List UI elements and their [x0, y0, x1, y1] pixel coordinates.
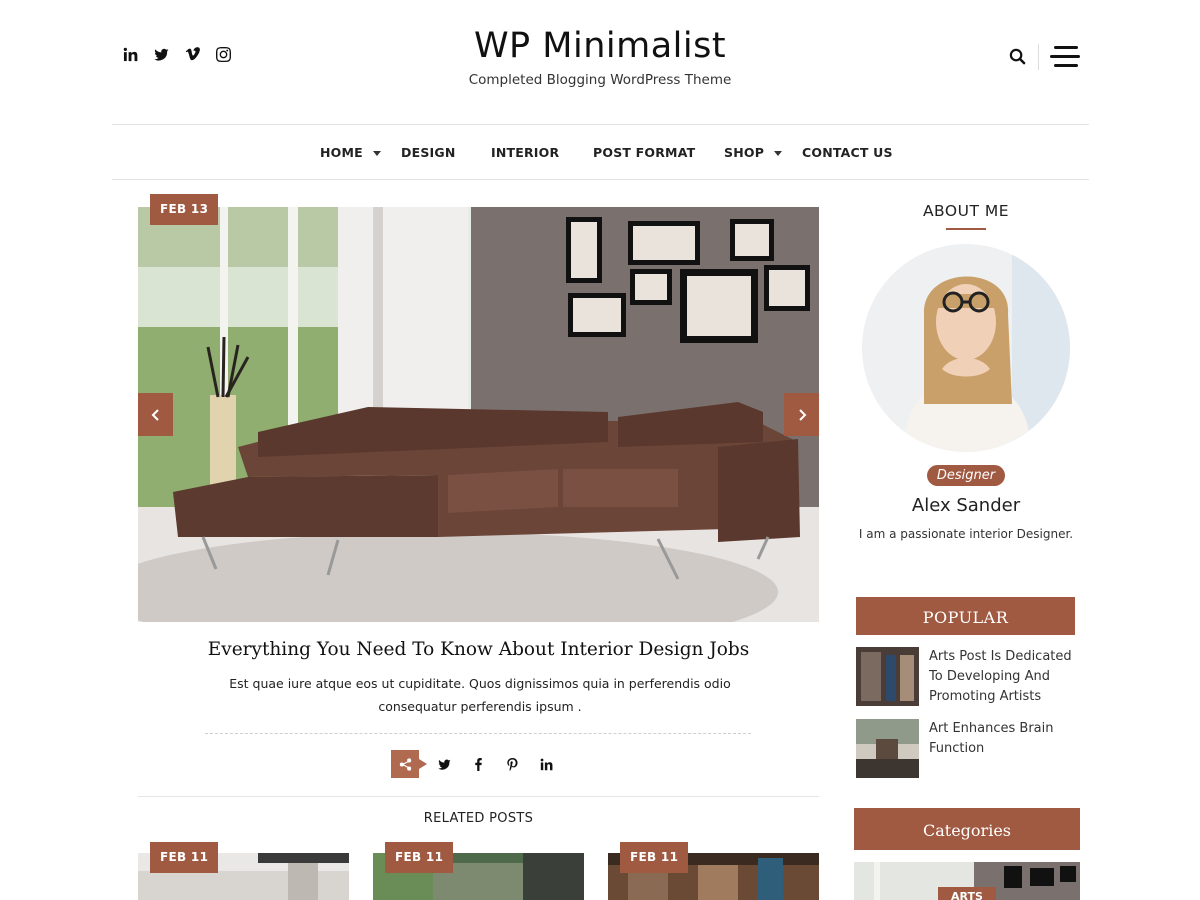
author-name: Alex Sander — [911, 495, 1021, 516]
chevron-left-icon — [151, 408, 159, 421]
featured-slide-image[interactable] — [138, 207, 819, 622]
nav-label: HOME — [320, 145, 363, 160]
section-divider — [138, 796, 819, 797]
header-divider — [1038, 44, 1039, 70]
nav-label: CONTACT US — [802, 145, 893, 160]
popular-post-thumbnail[interactable] — [856, 647, 919, 706]
popular-post-item[interactable]: Arts Post Is Dedicated To Developing And… — [856, 647, 1086, 707]
popular-widget-heading: POPULAR — [856, 597, 1075, 635]
menu-toggle-icon[interactable] — [1050, 46, 1082, 68]
nav-item-interior[interactable]: INTERIOR — [491, 145, 559, 160]
search-icon[interactable] — [1009, 48, 1027, 66]
category-badge[interactable]: ARTS — [938, 887, 996, 900]
chevron-down-icon[interactable] — [372, 151, 381, 156]
popular-post-title[interactable]: Art Enhances Brain Function — [929, 719, 1086, 778]
post-date-badge: FEB 11 — [385, 842, 454, 873]
site-tagline: Completed Blogging WordPress Theme — [468, 72, 732, 88]
author-role-badge: Designer — [927, 465, 1005, 486]
chevron-down-icon[interactable] — [774, 151, 783, 156]
nav-item-shop[interactable]: SHOP — [724, 145, 783, 160]
categories-widget-heading: Categories — [854, 808, 1080, 850]
nav-label: POST FORMAT — [593, 145, 696, 160]
slider-prev-button[interactable] — [138, 393, 173, 436]
nav-item-home[interactable]: HOME — [320, 145, 381, 160]
main-navigation: HOME DESIGN INTERIOR POST FORMAT SHOP CO… — [112, 124, 1089, 180]
about-me-heading: ABOUT ME — [922, 202, 1010, 220]
share-bar — [391, 750, 563, 778]
twitter-icon[interactable] — [427, 750, 461, 778]
author-bio: I am a passionate interior Designer. — [858, 527, 1074, 541]
post-date-badge: FEB 13 — [150, 194, 219, 225]
nav-item-design[interactable]: DESIGN — [401, 145, 456, 160]
popular-post-thumbnail[interactable] — [856, 719, 919, 778]
nav-item-contact-us[interactable]: CONTACT US — [802, 145, 893, 160]
chevron-right-icon — [798, 408, 806, 421]
nav-label: DESIGN — [401, 145, 456, 160]
post-title-link[interactable]: Everything You Need To Know About Interi… — [138, 636, 819, 664]
linkedin-icon[interactable] — [529, 750, 563, 778]
related-posts-heading: RELATED POSTS — [423, 811, 534, 826]
popular-post-title[interactable]: Arts Post Is Dedicated To Developing And… — [929, 647, 1086, 707]
facebook-icon[interactable] — [461, 750, 495, 778]
post-date-badge: FEB 11 — [620, 842, 689, 873]
slider-next-button[interactable] — [784, 393, 819, 436]
post-date-badge: FEB 11 — [150, 842, 219, 873]
post-excerpt: Est quae iure atque eos ut cupiditate. Q… — [229, 676, 731, 714]
avatar — [862, 244, 1070, 452]
pinterest-icon[interactable] — [495, 750, 529, 778]
popular-post-item[interactable]: Art Enhances Brain Function — [856, 719, 1086, 778]
heading-underline — [946, 228, 986, 230]
dotted-divider — [205, 733, 751, 734]
share-icon[interactable] — [391, 750, 427, 778]
nav-item-post-format[interactable]: POST FORMAT — [593, 145, 695, 160]
nav-label: INTERIOR — [491, 145, 560, 160]
nav-label: SHOP — [724, 145, 765, 160]
